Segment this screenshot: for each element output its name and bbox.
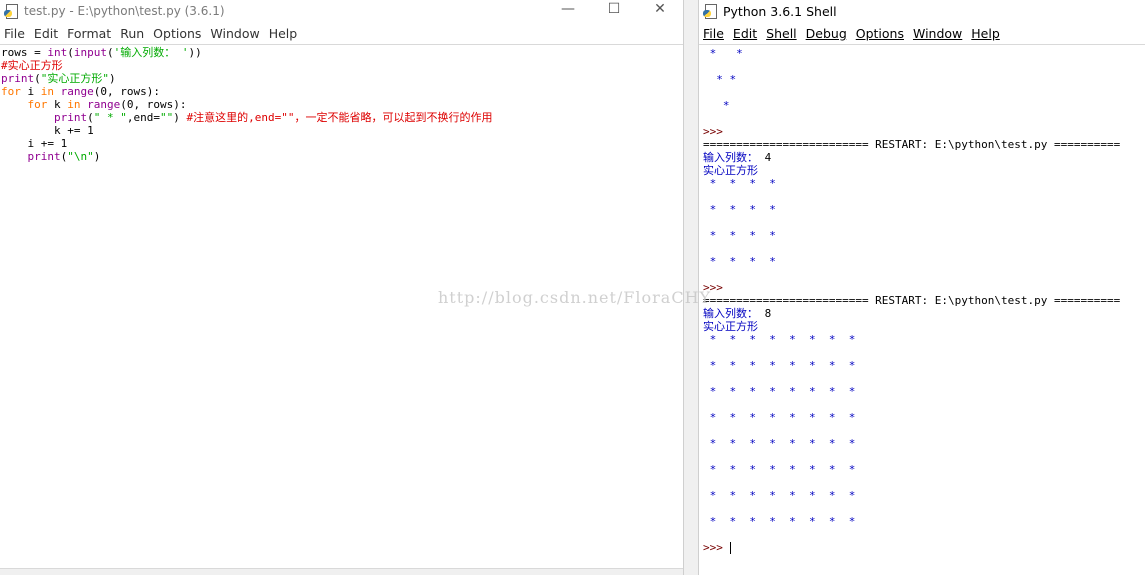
shell-menu-shell[interactable]: Shell <box>766 26 797 41</box>
shell-prompt: >>> <box>703 541 723 554</box>
code-line-4: for i in range(0, rows): <box>1 85 160 98</box>
shell-prompt: >>> <box>703 125 723 138</box>
shell-prompt: >>> <box>703 281 723 294</box>
code-line-2: #实心正方形 <box>1 59 63 72</box>
active-prompt-line[interactable]: >>> <box>703 541 1120 554</box>
menu-window[interactable]: Window <box>210 26 259 41</box>
editor-titlebar[interactable]: test.py - E:\python\test.py (3.6.1) — ☐ … <box>0 0 683 22</box>
close-button[interactable]: ✕ <box>637 0 683 22</box>
shell-menu-options[interactable]: Options <box>856 26 904 41</box>
menu-help[interactable]: Help <box>269 26 298 41</box>
shell-window: Python 3.6.1 Shell File Edit Shell Debug… <box>699 0 1145 575</box>
shell-output-line: * <box>703 99 730 112</box>
shell-output-line: ​ <box>703 112 1120 125</box>
editor-statusbar <box>0 568 683 575</box>
output-row: * * * * * * * * <box>703 385 856 398</box>
editor-title: test.py - E:\python\test.py (3.6.1) <box>24 4 225 18</box>
shell-menu-debug[interactable]: Debug <box>806 26 847 41</box>
editor-window: test.py - E:\python\test.py (3.6.1) — ☐ … <box>0 0 683 575</box>
menu-options[interactable]: Options <box>153 26 201 41</box>
code-line-5: for k in range(0, rows): <box>27 98 187 111</box>
shell-output[interactable]: * *​ * *​ *​>>>=========================… <box>703 47 1120 554</box>
code-line-8: i += 1 <box>1 137 68 150</box>
input-value: 4 <box>764 151 772 164</box>
input-line: 输入列数： 4 <box>703 151 1120 164</box>
menu-format[interactable]: Format <box>67 26 111 41</box>
output-row: * * * * * * * * <box>703 489 856 502</box>
output-row: * * * * <box>703 203 776 216</box>
shell-title: Python 3.6.1 Shell <box>723 3 837 19</box>
shell-output-line: ​ <box>703 60 1120 73</box>
shell-menu-edit[interactable]: Edit <box>733 26 757 41</box>
python-shell-icon <box>703 4 717 19</box>
output-row: * * * * <box>703 255 776 268</box>
output-row: * * * * * * * * <box>703 437 856 450</box>
code-line-1: rows = int(input('输入列数： ')) <box>1 46 202 59</box>
shell-menubar: File Edit Shell Debug Options Window Hel… <box>699 22 1145 45</box>
output-row: * * * * * * * * <box>703 463 856 476</box>
output-heading: 实心正方形 <box>703 320 758 333</box>
window-divider[interactable] <box>683 0 699 575</box>
input-value: 8 <box>764 307 772 320</box>
output-row: * * * * * * * * <box>703 333 856 346</box>
input-prompt: 输入列数： <box>703 307 765 320</box>
code-line-3: print("实心正方形") <box>1 72 116 85</box>
output-row: * * * * * * * * <box>703 515 856 528</box>
restart-line: ========================= RESTART: E:\py… <box>703 138 1121 151</box>
shell-menu-window[interactable]: Window <box>913 26 962 41</box>
shell-titlebar[interactable]: Python 3.6.1 Shell <box>699 0 1145 22</box>
output-heading: 实心正方形 <box>703 164 758 177</box>
code-line-9: print("\n") <box>27 150 101 163</box>
input-line: 输入列数： 8 <box>703 307 1120 320</box>
input-prompt: 输入列数： <box>703 151 765 164</box>
menu-edit[interactable]: Edit <box>34 26 58 41</box>
shell-menu-file[interactable]: File <box>703 26 724 41</box>
shell-output-line: * * <box>703 47 743 60</box>
code-editor[interactable]: rows = int(input('输入列数： ')) #实心正方形 print("… <box>0 45 683 163</box>
python-file-icon <box>4 4 18 19</box>
menu-file[interactable]: File <box>4 26 25 41</box>
restart-line: ========================= RESTART: E:\py… <box>703 294 1121 307</box>
maximize-button[interactable]: ☐ <box>591 0 637 22</box>
minimize-button[interactable]: — <box>545 0 591 22</box>
shell-menu-help[interactable]: Help <box>971 26 1000 41</box>
output-row: * * * * <box>703 229 776 242</box>
output-row: * * * * <box>703 177 776 190</box>
text-cursor <box>729 542 731 554</box>
output-row: * * * * * * * * <box>703 411 856 424</box>
menu-run[interactable]: Run <box>120 26 144 41</box>
output-row: * * * * * * * * <box>703 359 856 372</box>
code-line-6: print(" * ",end="") #注意这里的,end=""，一定不能省略… <box>53 111 493 124</box>
code-line-7: k += 1 <box>1 124 94 137</box>
editor-menubar: File Edit Format Run Options Window Help <box>0 22 683 45</box>
shell-output-line: ​ <box>703 86 1120 99</box>
shell-output-line: * * <box>703 73 737 86</box>
